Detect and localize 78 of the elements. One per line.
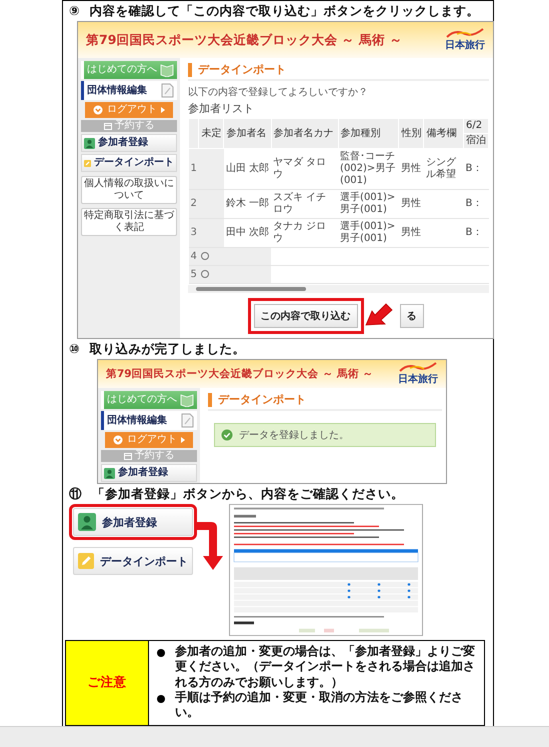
swoosh-icon [445, 28, 485, 38]
calendar-icon [124, 452, 132, 460]
participants-link[interactable]: 参加者登録 [81, 134, 177, 152]
table-cell: 選手(001)>男子(001) [338, 218, 399, 248]
table-cell: B： [463, 218, 488, 248]
column-header: 未定 [198, 118, 224, 148]
radio-button[interactable] [200, 252, 209, 260]
scrollbar[interactable] [188, 285, 489, 293]
triangle-icon [181, 437, 185, 443]
table-cell: 山田 太郎 [224, 148, 272, 190]
radio-button[interactable] [200, 270, 209, 278]
column-header: 性別 [398, 118, 424, 148]
table-cell: タナカ ジロウ [271, 218, 338, 248]
import-link[interactable]: データインポート [81, 154, 177, 172]
table-cell: 2 [188, 190, 199, 218]
table-cell: B： [463, 190, 488, 218]
column-header: 参加者名 [224, 118, 272, 148]
section-header: 予約する [81, 120, 177, 132]
table-cell: 5 [188, 266, 199, 284]
step-number: ⑩ [69, 341, 80, 357]
chevron-circle-icon [113, 435, 123, 445]
step-instruction: 内容を確認して「この内容で取り込む」ボタンをクリックします。 [90, 3, 480, 19]
person-icon [104, 468, 115, 478]
confirm-question: 以下の内容で登録してよろしいですか？ [188, 86, 369, 99]
pencil-icon [78, 552, 94, 570]
logo-text: 日本旅行 [445, 38, 485, 52]
info-link[interactable]: 個人情報の取扱いについて [81, 176, 177, 204]
section-header: 予約する [101, 450, 197, 462]
notice-text: 手順は予約の追加・変更・取消の方法をご参照ください。 [175, 690, 464, 721]
step-instruction: 取り込みが完了しました。 [90, 341, 246, 357]
site-title: 第79回国民スポーツ大会近畿ブロック大会 ～ 馬術 ～ [106, 367, 374, 381]
table-cell: 鈴木 一郎 [224, 190, 272, 218]
bullet-icon [157, 695, 165, 704]
column-header: 参加者名カナ [271, 118, 338, 148]
column-header: 備考欄 [424, 118, 464, 148]
table-cell: スズキ イチロウ [271, 190, 338, 218]
message-text: データを登録しました。 [239, 429, 349, 442]
table-cell: 選手(001)>男子(001) [338, 190, 399, 218]
swoosh-icon [398, 362, 438, 372]
triangle-icon [161, 107, 165, 113]
step-instruction: 「参加者登録」ボタンから、内容をご確認ください。 [92, 486, 404, 502]
document-icon [161, 83, 174, 98]
step-number: ⑪ [69, 486, 82, 502]
page-heading: データインポート [198, 62, 286, 77]
edit-link[interactable]: 団体情報編集 [101, 411, 197, 430]
column-header: 6/2 [463, 118, 488, 134]
table-cell: 1 [188, 148, 199, 190]
site-title: 第79回国民スポーツ大会近畿ブロック大会 ～ 馬術 ～ [86, 32, 402, 48]
notice-text: 参加者の追加・変更の場合は、「参加者登録」よりご変更ください。（データインポートをされる場合は追加される方のみでお願いします。） [175, 644, 476, 690]
notice-label: ご注意 [66, 641, 149, 725]
info-link[interactable]: 特定商取引法に基づく表記 [81, 208, 177, 236]
participants-link[interactable]: 参加者登録 [101, 464, 197, 482]
logo-text: 日本旅行 [398, 372, 438, 386]
book-icon [160, 63, 174, 77]
action-button[interactable]: この内容で取り込む [254, 304, 358, 328]
table-cell: 4 [188, 248, 199, 266]
step-number: ⑨ [69, 3, 80, 19]
table-cell: 3 [188, 218, 199, 248]
edit-link[interactable]: 団体情報編集 [81, 81, 177, 100]
list-title: 参加者リスト [188, 101, 255, 116]
column-header: 参加種別 [338, 118, 399, 148]
import-link[interactable]: データインポート [73, 547, 193, 575]
bullet-icon [157, 649, 165, 657]
chevron-circle-icon [93, 105, 103, 115]
calendar-icon [104, 122, 112, 130]
book-icon [180, 393, 194, 407]
table-cell: 男性 [398, 218, 424, 248]
participants-link[interactable]: 参加者登録 [73, 508, 193, 536]
person-icon [84, 138, 95, 148]
document-icon [181, 413, 194, 428]
check-icon [221, 429, 233, 441]
table-cell: 男性 [398, 190, 424, 218]
page-heading: データインポート [218, 392, 306, 407]
table-cell: 田中 次郎 [224, 218, 272, 248]
table-cell: 監督･コーチ(002)>男子(001) [338, 148, 399, 190]
person-icon [78, 513, 96, 531]
pencil-icon [84, 158, 91, 168]
action-button[interactable]: る [400, 304, 424, 328]
